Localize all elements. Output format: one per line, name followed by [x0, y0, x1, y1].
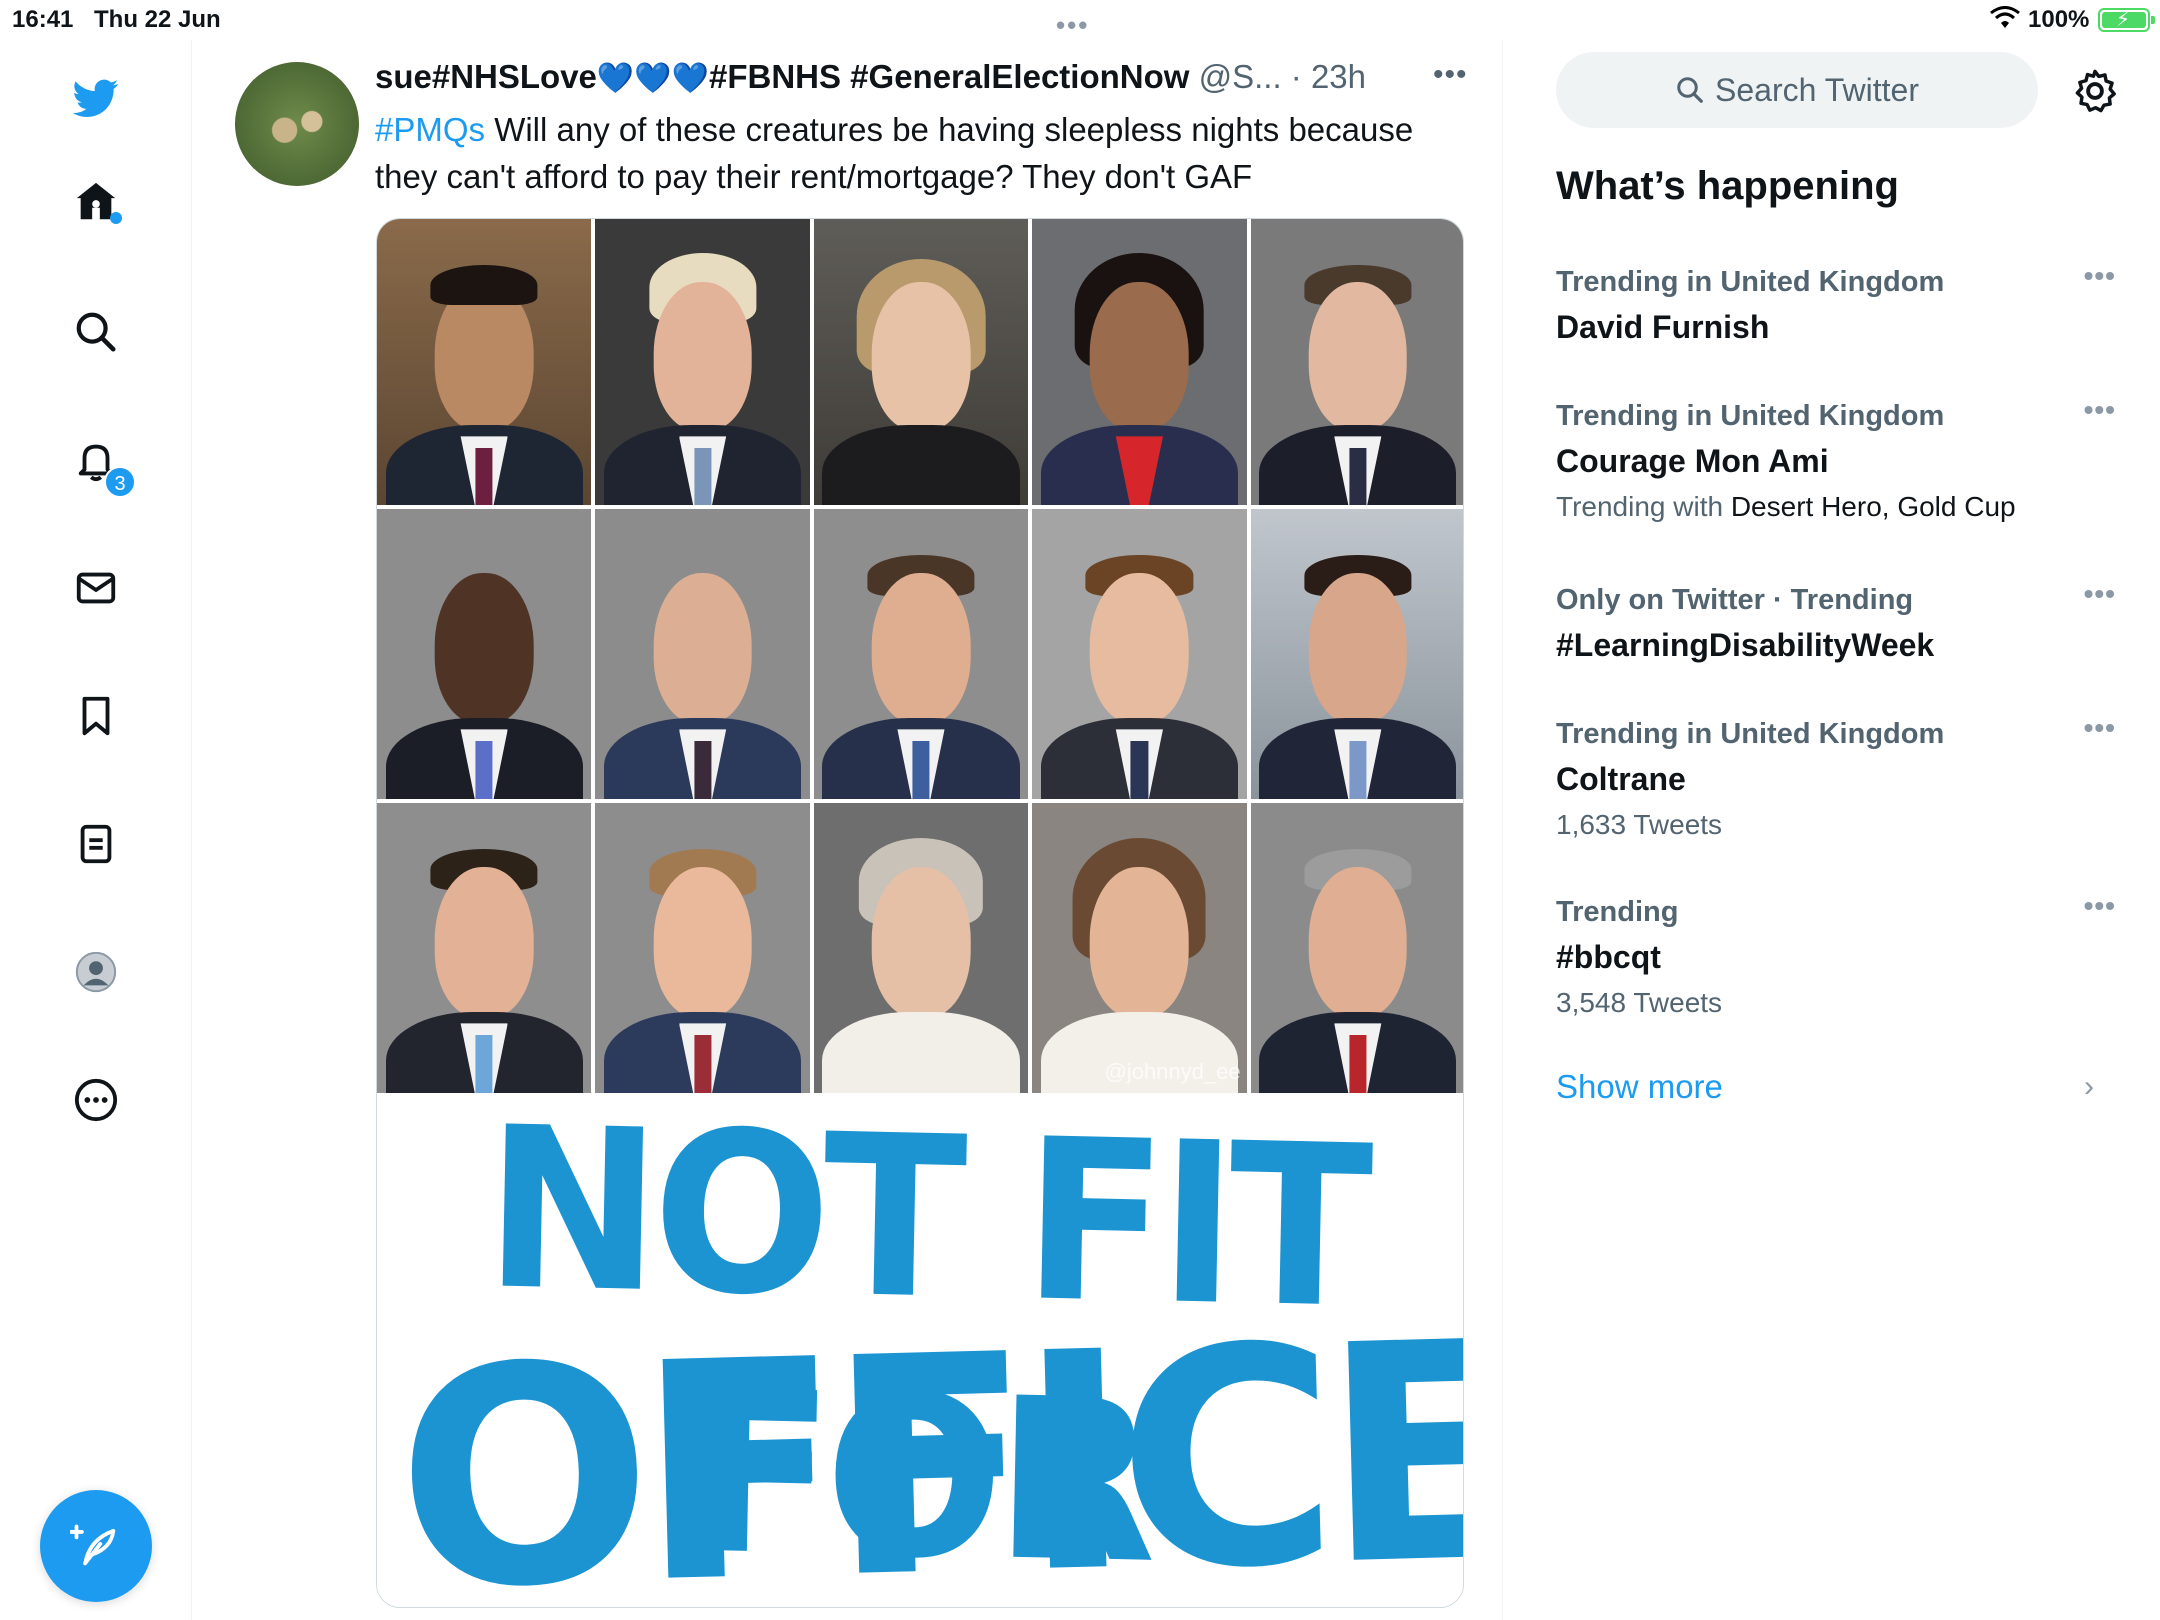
home-unread-dot	[110, 212, 122, 224]
search-icon[interactable]	[66, 302, 126, 362]
multitasking-dots-icon[interactable]: •••	[1056, 10, 1089, 41]
trend-name: David Furnish	[1556, 309, 1770, 345]
timeline: sue#NHSLove💙💙💙#FBNHS #GeneralElectionNow…	[193, 40, 1503, 1620]
search-placeholder: Search Twitter	[1715, 71, 1919, 108]
trend-related: Desert Hero, Gold Cup	[1730, 491, 2016, 522]
trend-context: Trending in United Kingdom	[1556, 400, 1945, 432]
portrait-grid: @johnnyd_ee	[377, 219, 1463, 1093]
right-sidebar: Search Twitter What’s happening Trending…	[1504, 40, 2160, 1620]
bookmark-icon[interactable]	[66, 686, 126, 746]
tweet-timestamp[interactable]: · 23h	[1291, 58, 1366, 95]
battery-percent: 100%	[2028, 6, 2090, 33]
feather-plus-icon	[70, 1524, 116, 1566]
trend-item[interactable]: Trending in United Kingdom Coltrane 1,63…	[1556, 712, 2116, 848]
trend-context: Trending in United Kingdom	[1556, 266, 1945, 298]
trend-sub-prefix: Trending with	[1556, 491, 1731, 522]
left-nav: 3	[0, 40, 192, 1620]
slogan-line-2: OFFICE!	[392, 1274, 1464, 1608]
search-icon	[1677, 77, 1703, 103]
settings-gear-icon[interactable]	[2072, 68, 2118, 114]
trend-context: Trending	[1556, 896, 1679, 928]
trend-item[interactable]: Only on Twitter · Trending #LearningDisa…	[1556, 578, 2116, 668]
twitter-logo-icon[interactable]	[66, 68, 126, 128]
portrait-photo	[377, 509, 592, 799]
tweet-author-avatar[interactable]	[235, 62, 359, 186]
blue-heart-emojis: 💙💙💙	[596, 62, 709, 95]
tweet-author-handle[interactable]: @S...	[1199, 58, 1282, 95]
portrait-photo	[595, 219, 810, 505]
portrait-photo	[813, 803, 1029, 1093]
show-more-link[interactable]: Show more	[1556, 1068, 1723, 1106]
trend-item[interactable]: Trending in United Kingdom Courage Mon A…	[1556, 394, 2116, 530]
tweet-author-name[interactable]: sue#NHSLove	[375, 58, 597, 95]
portrait-photo: @johnnyd_ee	[1032, 803, 1247, 1093]
chevron-right-icon: ›	[2084, 1070, 2094, 1103]
trend-item[interactable]: Trending in United Kingdom David Furnish…	[1556, 260, 2116, 350]
status-date: Thu 22 Jun	[94, 6, 221, 33]
notifications-badge: 3	[104, 466, 136, 498]
trend-name: Coltrane	[1556, 761, 1686, 797]
trend-tweet-count: 1,633 Tweets	[1556, 809, 1723, 840]
trend-name: #LearningDisabilityWeek	[1556, 627, 1935, 663]
tweet-author-tags[interactable]: #FBNHS #GeneralElectionNow	[709, 58, 1189, 95]
wifi-icon	[1990, 6, 2020, 28]
portrait-photo	[1250, 509, 1463, 799]
trend-more-icon[interactable]: •••	[2084, 890, 2116, 922]
portrait-photo	[595, 509, 810, 799]
portrait-photo	[1032, 509, 1247, 799]
status-time: 16:41	[12, 6, 74, 33]
tweet-text: #PMQs Will any of these creatures be hav…	[375, 106, 1455, 200]
portrait-photo	[595, 803, 810, 1093]
trend-context: Only on Twitter · Trending	[1556, 584, 1914, 616]
image-watermark: @johnnyd_ee	[1104, 1059, 1241, 1084]
status-bar: 16:41 Thu 22 Jun ••• 100% ⚡	[0, 0, 2160, 40]
trend-name: #bbcqt	[1556, 939, 1661, 975]
battery-icon: ⚡	[2098, 8, 2155, 32]
portrait-photo	[377, 219, 592, 505]
search-twitter-input[interactable]: Search Twitter	[1556, 52, 2038, 128]
portrait-photo	[1032, 219, 1247, 505]
trend-more-icon[interactable]: •••	[2084, 394, 2116, 426]
tweet-body: Will any of these creatures be having sl…	[375, 111, 1414, 195]
portrait-photo	[813, 219, 1029, 505]
trend-context: Trending in United Kingdom	[1556, 718, 1945, 750]
more-options-icon[interactable]	[66, 1070, 126, 1130]
portrait-photo	[1250, 219, 1463, 505]
trend-more-icon[interactable]: •••	[2084, 578, 2116, 610]
portrait-photo	[377, 803, 592, 1093]
whats-happening-heading: What’s happening	[1556, 164, 1899, 208]
tweet-header: sue#NHSLove💙💙💙#FBNHS #GeneralElectionNow…	[375, 58, 1475, 102]
trend-more-icon[interactable]: •••	[2084, 712, 2116, 744]
compose-tweet-button[interactable]	[40, 1490, 152, 1602]
trend-more-icon[interactable]: •••	[2084, 260, 2116, 292]
trend-item[interactable]: Trending #bbcqt 3,548 Tweets •••	[1556, 890, 2116, 1026]
slogan-banner: NOT FIT FOR OFFICE!	[377, 1079, 1464, 1608]
trend-name: Courage Mon Ami	[1556, 443, 1829, 479]
profile-avatar-icon[interactable]	[66, 942, 126, 1002]
lists-icon[interactable]	[66, 814, 126, 874]
tweet-hashtag-link[interactable]: #PMQs	[375, 111, 485, 148]
portrait-photo	[1250, 803, 1463, 1093]
trend-tweet-count: 3,548 Tweets	[1556, 987, 1723, 1018]
tweet-more-icon[interactable]: •••	[1433, 58, 1468, 92]
tweet-image[interactable]: @johnnyd_ee NOT FIT FOR OFFICE!	[376, 218, 1464, 1608]
messages-mail-icon[interactable]	[66, 558, 126, 618]
portrait-photo	[813, 509, 1029, 799]
trend-subtext: Trending with Desert Hero, Gold Cup	[1556, 484, 2116, 530]
